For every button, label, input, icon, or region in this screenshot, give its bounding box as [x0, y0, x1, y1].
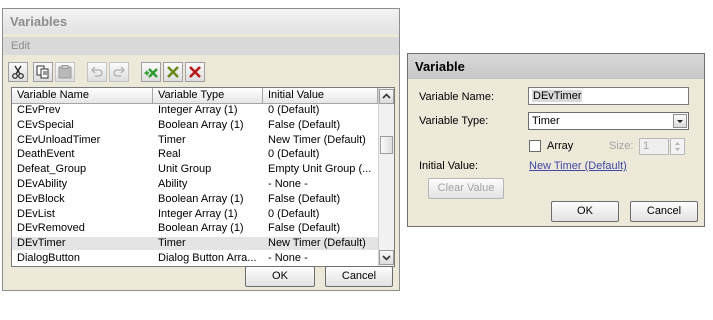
initial-value-cell: False (Default)	[268, 118, 341, 131]
undo-button[interactable]	[87, 62, 107, 82]
chevron-down-icon	[677, 120, 683, 123]
variable-type-cell: Boolean Array (1)	[158, 118, 244, 131]
remove-button[interactable]	[163, 62, 183, 82]
size-label: Size:	[609, 140, 634, 152]
table-row[interactable]: CEvUnloadTimer Timer New Timer (Default)	[12, 134, 378, 147]
table-row[interactable]: DialogButton Dialog Button Arra... - None …	[12, 252, 378, 265]
initial-value-cell: False (Default)	[268, 222, 341, 235]
copy-button[interactable]	[33, 62, 53, 82]
scroll-thumb[interactable]	[380, 136, 393, 154]
variable-name-value: DEvTimer	[532, 90, 583, 102]
scroll-up-button[interactable]	[379, 89, 394, 104]
spinner-arrows-icon	[675, 142, 680, 151]
variable-dialog: Variable Variable Name: DEvTimer Variabl…	[407, 53, 705, 227]
ok-button[interactable]: OK	[245, 266, 315, 287]
initial-value-cell: 0 (Default)	[268, 207, 320, 220]
variable-name-cell: DEvBlock	[17, 192, 65, 205]
cut-button[interactable]	[8, 62, 28, 82]
variables-list: Variable Name Variable Type Initial Valu…	[11, 87, 395, 267]
menu-edit[interactable]: Edit	[11, 40, 30, 52]
list-header: Variable Name Variable Type Initial Valu…	[12, 88, 378, 104]
variable-type-select[interactable]: Timer	[528, 112, 689, 130]
column-header-value[interactable]: Initial Value	[263, 88, 378, 103]
variable-type-cell: Boolean Array (1)	[158, 222, 244, 235]
variable-name-cell: DEvAbility	[17, 178, 68, 190]
initial-value-link[interactable]: New Timer (Default)	[529, 159, 627, 173]
cut-icon	[12, 65, 24, 79]
table-row[interactable]: CEvSpecial Boolean Array (1) False (Defaul…	[12, 119, 378, 132]
table-row[interactable]: CEvPrev Integer Array (1) 0 (Default)	[12, 104, 378, 117]
variable-name-cell: DEvRemoved	[17, 222, 85, 235]
initial-value-cell: 0 (Default)	[268, 148, 320, 161]
variables-window-title: Variables	[3, 9, 399, 34]
initial-value-cell: False (Default)	[268, 192, 341, 205]
arrow-up-icon	[382, 93, 391, 99]
delete-icon	[189, 66, 201, 78]
array-checkbox[interactable]	[529, 140, 541, 152]
variable-name-label: Variable Name:	[419, 91, 494, 103]
table-row[interactable]: DEvRemoved Boolean Array (1) False (Defaul…	[12, 222, 378, 235]
variables-window: Variables Edit Variable Name Variable Ty…	[2, 8, 400, 291]
initial-value-cell: - None -	[268, 178, 308, 190]
column-header-type[interactable]: Variable Type	[153, 88, 263, 103]
redo-icon	[113, 66, 125, 77]
variable-type-cell: Timer	[158, 237, 186, 250]
variable-type-cell: Integer Array (1)	[158, 104, 238, 116]
redo-button[interactable]	[109, 62, 129, 82]
dialog-ok-button[interactable]: OK	[551, 201, 619, 222]
variable-type-cell: Boolean Array (1)	[158, 192, 244, 205]
paste-icon	[58, 65, 72, 79]
dialog-cancel-button[interactable]: Cancel	[630, 201, 698, 222]
variable-type-cell: Ability	[158, 178, 188, 190]
array-label: Array	[547, 140, 574, 152]
table-row[interactable]: DEvBlock Boolean Array (1) False (Default)	[12, 193, 378, 206]
undo-icon	[91, 66, 103, 77]
initial-value-cell: New Timer (Default)	[268, 237, 366, 250]
size-input[interactable]: 1	[639, 138, 669, 155]
initial-value-cell: Empty Unit Group (...	[268, 163, 372, 176]
variable-name-cell: CEvPrev	[17, 104, 61, 116]
variable-type-label: Variable Type:	[419, 115, 489, 127]
variable-name-cell: DialogButton	[17, 252, 80, 264]
scroll-down-button[interactable]	[379, 250, 394, 265]
delete-button[interactable]	[185, 62, 205, 82]
variable-name-cell: DEvTimer	[17, 237, 66, 250]
variable-name-cell: DeathEvent	[17, 148, 75, 161]
table-row[interactable]: Defeat_Group Unit Group Empty Unit Group (…	[12, 163, 378, 176]
toolbar	[7, 61, 222, 83]
size-spinner[interactable]	[670, 138, 685, 155]
table-row[interactable]: DEvTimer Timer New Timer (Default)	[12, 237, 378, 251]
initial-value-cell: New Timer (Default)	[268, 133, 366, 146]
variable-type-cell: Dialog Button Arra...	[158, 252, 257, 264]
variable-type-value: Timer	[532, 115, 560, 127]
initial-value-label: Initial Value:	[419, 160, 479, 172]
table-row[interactable]: DEvList Integer Array (1) 0 (Default)	[12, 208, 378, 221]
arrow-down-icon	[382, 255, 391, 261]
variable-type-cell: Timer	[158, 133, 186, 146]
paste-button[interactable]	[55, 62, 75, 82]
add-variable-button[interactable]	[141, 62, 161, 82]
variable-name-cell: CEvUnloadTimer	[17, 133, 101, 146]
variable-name-cell: CEvSpecial	[17, 118, 74, 131]
variable-name-input[interactable]: DEvTimer	[528, 87, 689, 105]
initial-value-cell: 0 (Default)	[268, 104, 320, 116]
table-row[interactable]: DeathEvent Real 0 (Default)	[12, 148, 378, 161]
cancel-button[interactable]: Cancel	[325, 266, 393, 287]
copy-icon	[36, 65, 49, 79]
clear-value-button[interactable]: Clear Value	[428, 178, 504, 199]
variable-name-cell: Defeat_Group	[17, 163, 87, 176]
variable-type-cell: Real	[158, 148, 181, 161]
add-variable-icon	[144, 68, 158, 78]
type-dropdown-button[interactable]	[673, 114, 687, 128]
remove-icon	[167, 66, 179, 78]
column-header-name[interactable]: Variable Name	[12, 88, 153, 103]
variable-type-cell: Integer Array (1)	[158, 207, 238, 220]
initial-value-cell: - None -	[268, 252, 308, 264]
variable-dialog-title: Variable	[408, 54, 704, 79]
menu-bar: Edit	[3, 37, 399, 55]
vertical-scrollbar[interactable]	[378, 88, 394, 266]
table-row[interactable]: DEvAbility Ability - None -	[12, 178, 378, 191]
variable-type-cell: Unit Group	[158, 163, 212, 176]
variable-name-cell: DEvList	[17, 207, 55, 220]
